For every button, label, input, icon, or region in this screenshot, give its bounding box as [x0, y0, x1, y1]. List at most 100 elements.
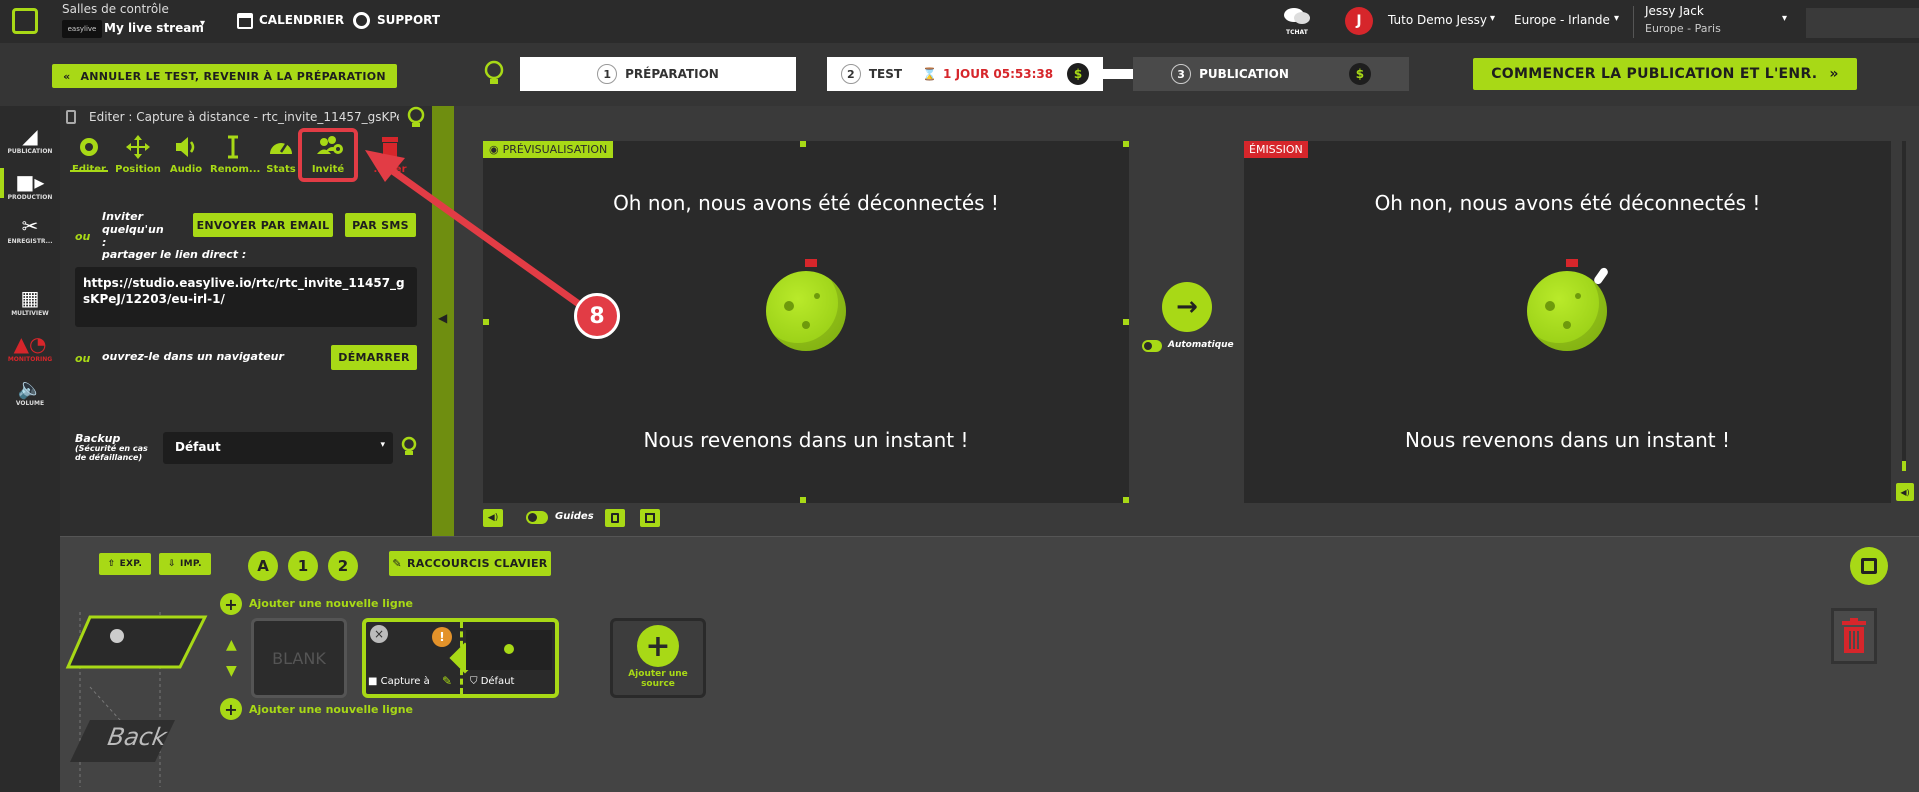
send-email-button[interactable]: ENVOYER PAR EMAIL — [193, 213, 333, 237]
import-button[interactable]: ⇩ IMP. — [159, 553, 211, 575]
transition-button[interactable]: → — [1162, 282, 1212, 332]
keyboard-shortcuts-button[interactable]: ✎ RACCOURCIS CLAVIER — [389, 551, 551, 576]
fallback-source-label: ⛉ Défaut — [470, 676, 514, 687]
nav-production-label: PRODUCTION — [7, 194, 53, 201]
add-line-bottom-label[interactable]: Ajouter une nouvelle ligne — [249, 703, 413, 716]
move-down-icon[interactable]: ▼ — [226, 663, 237, 679]
chat-icon[interactable] — [1283, 6, 1311, 26]
layer-1-button[interactable]: 1 — [288, 551, 318, 581]
nav-recording[interactable]: ✂ ENREGISTR... — [0, 214, 60, 245]
resize-handle[interactable] — [800, 497, 806, 503]
guides-toggle[interactable] — [526, 511, 548, 524]
step-publication[interactable]: 3 PUBLICATION $ — [1133, 57, 1409, 91]
nav-production[interactable]: ■▸ PRODUCTION — [0, 170, 60, 201]
nav-multiview[interactable]: ▦ MULTIVIEW — [0, 286, 60, 317]
support-link[interactable]: SUPPORT — [377, 13, 440, 27]
pencil-icon[interactable]: ✎ — [442, 674, 452, 688]
close-icon[interactable]: × — [370, 625, 388, 643]
moon-illustration — [1527, 259, 1610, 351]
calendar-icon[interactable] — [237, 13, 253, 29]
nav-monitoring[interactable]: ▲◔ MONITORING — [0, 332, 60, 363]
start-button[interactable]: DÉMARRER — [331, 345, 417, 370]
preview-audio-button[interactable]: ◀) — [483, 509, 503, 527]
delete-drop-zone[interactable] — [1831, 608, 1877, 664]
stream-name[interactable]: My live stream — [104, 21, 204, 35]
flag-icon — [1566, 259, 1578, 267]
region-select[interactable]: Europe - Irlande — [1514, 13, 1610, 27]
account-dropdown-icon[interactable]: ▾ — [1490, 13, 1495, 24]
crater — [1545, 301, 1555, 311]
guides-label: Guides — [555, 511, 594, 522]
backup-help-bulb-icon[interactable] — [400, 436, 418, 458]
step-2-label: TEST — [868, 67, 903, 81]
resize-handle[interactable] — [1123, 319, 1129, 325]
flag-icon — [805, 259, 817, 267]
tool-audio[interactable]: Audio — [163, 134, 209, 175]
add-line-top-icon[interactable]: + — [220, 593, 242, 615]
copy-layout-button[interactable] — [640, 509, 660, 527]
crater — [802, 321, 810, 329]
resize-handle[interactable] — [1123, 141, 1129, 147]
export-label: EXP. — [119, 559, 143, 569]
resize-handle[interactable] — [1123, 497, 1129, 503]
start-publication-button[interactable]: COMMENCER LA PUBLICATION ET L'ENR.» — [1473, 58, 1857, 90]
add-source-label: Ajouter une source — [628, 669, 688, 689]
help-bulb-icon[interactable] — [406, 106, 426, 130]
step-test[interactable]: 2 TEST ⌛ 1 JOUR 05:53:38 $ — [827, 57, 1103, 91]
add-line-bottom-icon[interactable]: + — [220, 698, 242, 720]
move-up-icon[interactable]: ▲ — [226, 637, 237, 653]
support-icon[interactable] — [353, 12, 370, 29]
region-dropdown-icon[interactable]: ▾ — [1614, 13, 1619, 24]
tool-position[interactable]: Position — [115, 134, 161, 175]
back-layer-label: Back — [105, 723, 169, 751]
export-button[interactable]: ⇧ EXP. — [99, 553, 151, 575]
header-divider — [1633, 6, 1634, 38]
nav-volume-label: VOLUME — [15, 400, 45, 407]
user-name[interactable]: Jessy Jack — [1645, 4, 1704, 18]
nav-volume[interactable]: 🔈 VOLUME — [0, 376, 60, 407]
warning-icon: ! — [432, 627, 452, 647]
lightbulb-icon[interactable] — [483, 60, 505, 88]
emission-headline: Oh non, nous avons été déconnectés ! — [1374, 191, 1761, 215]
account-name[interactable]: Tuto Demo Jessy — [1388, 13, 1487, 27]
capture-source-label: ■ Capture à — [368, 676, 430, 687]
active-source-slot[interactable]: × ! ■ Capture à ✎ ⛉ Défaut — [362, 618, 559, 698]
resize-handle[interactable] — [800, 141, 806, 147]
step-1-label: PRÉPARATION — [625, 67, 719, 81]
layer-a-button[interactable]: A — [248, 551, 278, 581]
backup-select[interactable]: Défaut ▾ — [163, 432, 393, 464]
app-logo-icon[interactable] — [12, 8, 38, 34]
upload-icon: ⇧ — [107, 559, 116, 569]
mobile-view-button[interactable] — [605, 509, 625, 527]
program-audio-button[interactable]: ◀) — [1896, 483, 1914, 501]
step-3-label: PUBLICATION — [1199, 67, 1289, 81]
scissors-icon: ✂ — [21, 214, 39, 238]
calendar-link[interactable]: CALENDRIER — [259, 13, 344, 27]
cancel-test-button[interactable]: «ANNULER LE TEST, REVENIR À LA PRÉPARATI… — [52, 64, 397, 88]
dollar-icon: $ — [1348, 63, 1371, 85]
step-preparation[interactable]: 1 PRÉPARATION — [520, 57, 796, 91]
auto-transition-toggle[interactable] — [1142, 340, 1162, 352]
add-source-slot[interactable]: + Ajouter une source — [610, 618, 706, 698]
stream-logo: easylive — [62, 20, 102, 38]
user-dropdown-icon[interactable]: ▾ — [1782, 13, 1787, 24]
tool-edit[interactable]: Editer — [66, 134, 112, 175]
step-1-number: 1 — [597, 64, 618, 84]
layer-close-icon[interactable] — [110, 629, 124, 643]
tool-rename-label: Renom... — [210, 164, 261, 175]
camera-icon: ■ — [368, 676, 378, 687]
nav-recording-label: ENREGISTR... — [7, 238, 53, 245]
account-avatar[interactable]: J — [1345, 7, 1373, 35]
blank-source-slot[interactable]: BLANK — [251, 618, 347, 698]
step-connector — [1103, 69, 1133, 79]
copy-icon — [645, 513, 655, 523]
copy-icon — [1861, 558, 1877, 574]
stream-dropdown-icon[interactable]: ▾ — [200, 18, 205, 29]
audio-meter — [1902, 141, 1906, 471]
layer-2-button[interactable]: 2 — [328, 551, 358, 581]
layer-stack-diagram — [65, 612, 208, 787]
nav-publication[interactable]: ◢ PUBLICATION — [0, 124, 60, 155]
tool-rename[interactable]: Renom... — [210, 134, 261, 175]
add-line-top-label[interactable]: Ajouter une nouvelle ligne — [249, 597, 413, 610]
copy-scene-button[interactable] — [1850, 547, 1888, 585]
